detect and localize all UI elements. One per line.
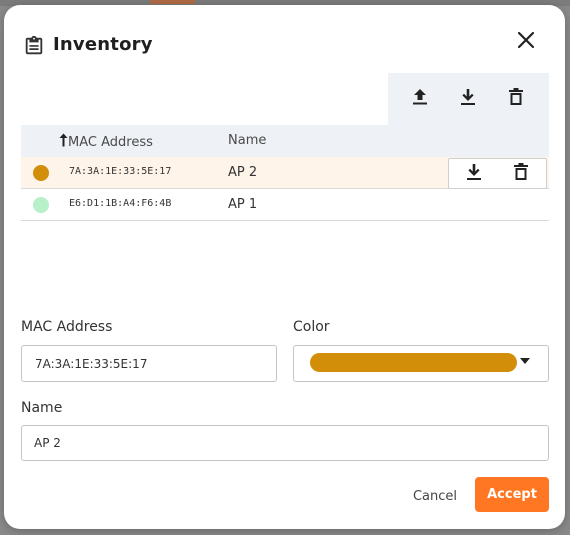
color-label: Color	[293, 319, 330, 335]
upload-button[interactable]	[406, 85, 434, 113]
dialog-title: Inventory	[53, 34, 153, 55]
name-label: Name	[21, 400, 63, 416]
cancel-button[interactable]: Cancel	[404, 479, 466, 513]
table-toolbar	[388, 73, 549, 125]
chevron-down-icon	[520, 358, 530, 364]
row-mac: E6:D1:1B:A4:F6:4B	[69, 198, 172, 209]
table-header: MAC Address Name	[21, 125, 549, 157]
name-field[interactable]: AP 2	[21, 425, 549, 461]
table-row[interactable]: E6:D1:1B:A4:F6:4B AP 1	[21, 189, 549, 221]
download-icon	[460, 88, 476, 110]
download-icon	[466, 163, 482, 185]
delete-all-button[interactable]	[502, 85, 530, 113]
column-header-mac-label: MAC Address	[68, 134, 153, 150]
table-row[interactable]: 7A:3A:1E:33:5E:17 AP 2	[21, 157, 549, 189]
close-button[interactable]	[512, 28, 540, 56]
upload-icon	[412, 88, 428, 110]
row-download-button[interactable]	[462, 162, 486, 186]
sort-ascending-icon	[59, 133, 68, 151]
clipboard-icon	[23, 35, 45, 57]
close-icon	[517, 31, 535, 53]
row-delete-button[interactable]	[509, 162, 533, 186]
inventory-table: MAC Address Name 7A:3A:1E:33:5E:17 AP 2	[21, 125, 549, 221]
row-actions	[448, 158, 547, 189]
trash-icon	[514, 163, 528, 185]
trash-icon	[509, 88, 523, 110]
backdrop-accent	[150, 0, 195, 4]
column-header-mac[interactable]: MAC Address	[59, 133, 153, 151]
color-select[interactable]	[293, 345, 549, 382]
accept-button[interactable]: Accept	[475, 477, 549, 512]
download-button[interactable]	[454, 85, 482, 113]
color-preview	[310, 353, 517, 372]
row-name: AP 1	[228, 197, 258, 212]
column-header-name[interactable]: Name	[228, 133, 266, 148]
inventory-dialog: Inventory MAC Address Name 7A:3A:1E:33:5…	[4, 5, 565, 529]
color-swatch	[33, 165, 49, 181]
mac-address-label: MAC Address	[21, 319, 113, 335]
row-mac: 7A:3A:1E:33:5E:17	[69, 166, 172, 177]
mac-address-field[interactable]: 7A:3A:1E:33:5E:17	[21, 345, 277, 382]
row-name: AP 2	[228, 165, 258, 180]
color-swatch	[33, 197, 49, 213]
